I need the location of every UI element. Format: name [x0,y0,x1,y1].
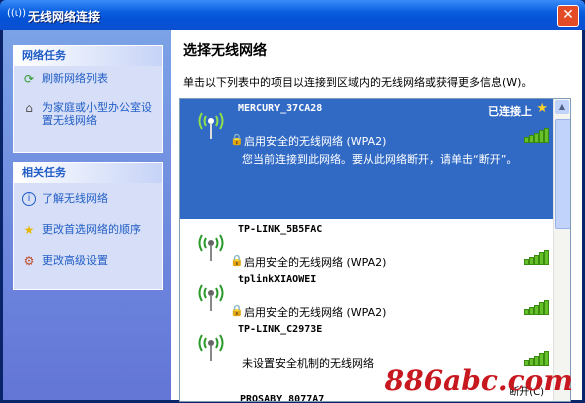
refresh-network-list-link[interactable]: ⟳ 刷新网络列表 [14,66,162,91]
scroll-thumb[interactable] [555,119,570,229]
task-label: 更改高级设置 [42,254,108,267]
preferred-star-icon: ★ [536,101,548,116]
wireless-antenna-icon [198,334,224,361]
info-icon: i [22,192,36,206]
network-security: 未设置安全机制的无线网络 [242,357,374,370]
close-icon: ✕ [562,7,574,23]
learn-wireless-link[interactable]: i 了解无线网络 [14,183,162,211]
setup-icon: ⌂ [25,101,33,115]
star-icon: ★ [23,223,35,237]
network-pane: 选择无线网络 单击以下列表中的项目以连接到区域内的无线网络或获得更多信息(W)。… [171,30,582,402]
wireless-antenna-icon [198,284,224,311]
wireless-antenna-icon [198,234,224,261]
lock-icon: 🔒 [230,254,244,267]
network-list[interactable]: MERCURY_37CA28 已连接上 ★ 🔒 启用安全的无线网络 (WPA2)… [179,98,571,402]
task-label: 为家庭或小型办公室设置无线网络 [42,101,152,127]
connection-message: 您当前连接到此网络。要从此网络断开，请单击“断开”。 [242,153,518,166]
task-label: 更改首选网络的顺序 [42,223,141,236]
lock-icon: 🔒 [230,304,244,317]
task-pane: 网络任务 ⟳ 刷新网络列表 ⌂ 为家庭或小型办公室设置无线网络 相关任务 i 了… [3,30,171,400]
wireless-antenna-icon [198,112,224,139]
network-tasks-header: 网络任务 [14,46,162,66]
change-advanced-settings-link[interactable]: ⚙ 更改高级设置 [14,242,162,273]
page-description: 单击以下列表中的项目以连接到区域内的无线网络或获得更多信息(W)。 [183,76,533,89]
refresh-icon: ⟳ [23,72,35,86]
scroll-up-arrow-icon[interactable]: ▲ [555,100,569,114]
close-button[interactable]: ✕ [557,5,579,27]
network-security: 启用安全的无线网络 (WPA2) [244,306,387,319]
connected-status: 已连接上 [488,105,532,118]
signal-strength-icon [524,250,549,265]
network-item[interactable]: MERCURY_37CA28 已连接上 ★ 🔒 启用安全的无线网络 (WPA2)… [180,99,554,219]
network-name: tplinkXIAOWEI [238,274,317,285]
task-label: 了解无线网络 [42,192,108,205]
network-security: 启用安全的无线网络 (WPA2) [244,256,387,269]
network-item[interactable]: tplinkXIAOWEI 🔒 启用安全的无线网络 (WPA2) [180,271,554,321]
network-tasks-panel: 网络任务 ⟳ 刷新网络列表 ⌂ 为家庭或小型办公室设置无线网络 [13,45,163,153]
window-title: 无线网络连接 [28,10,101,24]
scrollbar[interactable]: ▲ [553,99,570,401]
titlebar: ((ι)) 无线网络连接 ✕ [0,0,585,30]
lock-icon: 🔒 [230,133,244,146]
network-security: 启用安全的无线网络 (WPA2) [244,135,387,148]
network-item[interactable]: TP-LINK_5B5FAC 🔒 启用安全的无线网络 (WPA2) [180,221,554,271]
dialog-body: 网络任务 ⟳ 刷新网络列表 ⌂ 为家庭或小型办公室设置无线网络 相关任务 i 了… [3,30,582,402]
task-label: 刷新网络列表 [42,72,108,85]
network-name: MERCURY_37CA28 [238,103,323,114]
related-tasks-panel: 相关任务 i 了解无线网络 ★ 更改首选网络的顺序 ⚙ 更改高级设置 [13,162,163,290]
settings-icon: ⚙ [23,254,35,268]
page-title: 选择无线网络 [183,43,267,59]
window: ((ι)) 无线网络连接 ✕ 网络任务 ⟳ 刷新网络列表 ⌂ 为家庭或小型办公室… [0,0,585,403]
related-tasks-header: 相关任务 [14,163,162,183]
network-name: TP-LINK_5B5FAC [238,224,323,235]
watermark: 886abc.com [384,364,573,397]
signal-strength-icon [524,300,549,315]
change-preferred-order-link[interactable]: ★ 更改首选网络的顺序 [14,211,162,242]
wifi-icon: ((ι)) [7,8,26,19]
signal-strength-icon [524,128,549,143]
setup-home-network-link[interactable]: ⌂ 为家庭或小型办公室设置无线网络 [14,91,162,133]
network-name: TP-LINK_C2973E [238,324,323,335]
partial-network-name: PROSABY 8077A7 [240,394,325,402]
